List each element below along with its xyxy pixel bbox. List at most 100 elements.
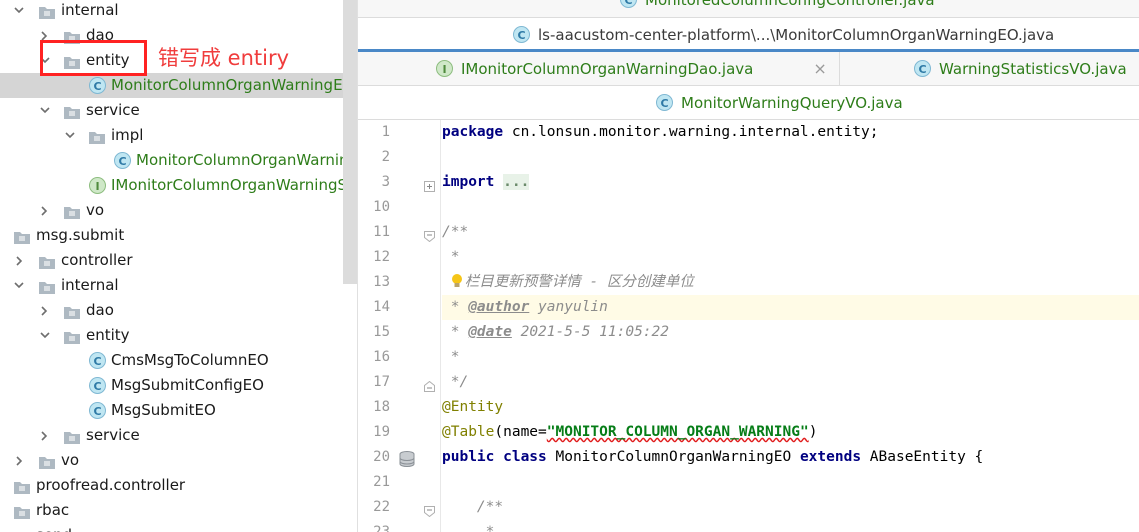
doc-tag: @author <box>468 299 530 315</box>
tab-divider <box>839 52 840 85</box>
keyword: package <box>442 124 504 140</box>
keyword: public class <box>442 449 547 465</box>
tree-item-label: MonitorColumnOrganWarning <box>136 151 357 169</box>
tree-item-label: IMonitorColumnOrganWarningSer <box>111 176 357 194</box>
chevron-right-icon[interactable] <box>40 206 49 216</box>
line-number: 13 <box>373 274 390 290</box>
code-text: cn.lonsun.monitor.warning.internal.entit… <box>503 124 879 140</box>
chevron-down-icon[interactable] <box>14 6 24 15</box>
tree-item-internal[interactable]: internal <box>0 0 357 23</box>
lightbulb-icon[interactable] <box>451 273 463 289</box>
chevron-right-icon[interactable] <box>15 456 24 466</box>
tree-item-label: MsgSubmitConfigEO <box>111 376 264 394</box>
annotation-token: @Table <box>442 424 495 440</box>
line-number: 11 <box>373 224 390 240</box>
tab-row: I IMonitorColumnOrganWarningDao.java × C… <box>358 52 1139 86</box>
tree-item-service-2[interactable]: service <box>0 423 357 448</box>
tab-monitored-column-config-controller[interactable]: C MonitoredColumnConfigController.java <box>620 0 935 9</box>
interface-icon: I <box>436 60 453 77</box>
package-icon <box>13 528 31 532</box>
code-editor: C MonitoredColumnConfigController.java C… <box>357 0 1139 532</box>
tree-item-monitor-column-organ-warning-impl[interactable]: C MonitorColumnOrganWarning <box>0 148 357 173</box>
tree-item-msg-submit-eo[interactable]: C MsgSubmitEO <box>0 398 357 423</box>
chevron-down-icon[interactable] <box>40 106 50 115</box>
tree-item-send[interactable]: send <box>0 523 357 532</box>
line-number: 1 <box>381 124 390 140</box>
tree-item-monitor-column-organ-warning-service[interactable]: I IMonitorColumnOrganWarningSer <box>0 173 357 198</box>
keyword: import <box>442 174 495 190</box>
code-text: ABaseEntity { <box>861 449 984 465</box>
tree-item-msg-submit[interactable]: msg.submit <box>0 223 357 248</box>
tree-item-internal-2[interactable]: internal <box>0 273 357 298</box>
code-line: */ <box>442 374 469 390</box>
tree-item-cms-msg-to-column-eo[interactable]: C CmsMsgToColumnEO <box>0 348 357 373</box>
line-number: 23 <box>373 524 390 532</box>
line-number: 17 <box>373 374 390 390</box>
tab-label: MonitoredColumnConfigController.java <box>645 0 935 9</box>
line-number-gutter: 1 2 3 10 11 12 13 14 15 16 17 18 19 20 2… <box>358 120 435 532</box>
tree-item-label: MsgSubmitEO <box>111 401 216 419</box>
tree-item-label: internal <box>61 276 119 294</box>
tab-label: WarningStatisticsVO.java <box>939 59 1127 78</box>
code-text: * <box>442 324 469 340</box>
folder-icon <box>38 3 56 19</box>
tab-monitor-warning-query-vo[interactable]: C MonitorWarningQueryVO.java <box>656 86 903 119</box>
tab-monitor-column-organ-warning-eo[interactable]: C ls-aacustom-center-platform\...\Monito… <box>513 18 1054 51</box>
tab-imonitor-column-organ-warning-dao[interactable]: I IMonitorColumnOrganWarningDao.java × <box>436 52 827 85</box>
class-icon: C <box>914 60 931 77</box>
code-line: @Entity <box>442 399 504 415</box>
package-icon <box>13 503 31 519</box>
folder-icon <box>38 253 56 269</box>
tree-item-label: vo <box>61 451 80 469</box>
line-number: 20 <box>373 449 390 465</box>
class-icon: C <box>89 352 106 369</box>
tab-row: C ls-aacustom-center-platform\...\Monito… <box>358 18 1139 52</box>
tree-item-label: msg.submit <box>36 226 125 244</box>
folded-imports[interactable]: ... <box>503 174 530 190</box>
tree-item-dao-2[interactable]: dao <box>0 298 357 323</box>
code-line: * <box>442 249 460 265</box>
tree-item-label: service <box>86 101 140 119</box>
chevron-down-icon[interactable] <box>40 331 50 340</box>
tree-item-label: CmsMsgToColumnEO <box>111 351 269 369</box>
chevron-right-icon[interactable] <box>15 256 24 266</box>
tree-item-service[interactable]: service <box>0 98 357 123</box>
folder-icon <box>88 128 106 144</box>
tab-label: IMonitorColumnOrganWarningDao.java <box>461 59 754 78</box>
chevron-down-icon[interactable] <box>65 131 75 140</box>
code-text: yanyulin <box>529 299 608 315</box>
tree-item-monitor-column-organ-warning-eo[interactable]: C MonitorColumnOrganWarningEO <box>0 73 357 98</box>
tree-item-rbac[interactable]: rbac <box>0 498 357 523</box>
tree-item-entity-2[interactable]: entity <box>0 323 357 348</box>
tree-item-label: impl <box>111 126 144 144</box>
tree-item-vo-2[interactable]: vo <box>0 448 357 473</box>
code-text: 2021-5-5 11:05:22 <box>511 324 669 340</box>
project-tree: internal dao entity C MonitorColumnOrgan… <box>0 0 357 532</box>
class-icon: C <box>89 402 106 419</box>
tree-item-label: entity <box>86 326 130 344</box>
chevron-right-icon[interactable] <box>40 431 49 441</box>
tree-item-controller[interactable]: controller <box>0 248 357 273</box>
code-text: * <box>442 299 469 315</box>
folder-icon <box>63 203 81 219</box>
tab-row: C MonitorWarningQueryVO.java <box>358 86 1139 120</box>
tree-item-proofread-controller[interactable]: proofread.controller <box>0 473 357 498</box>
doc-tag: @date <box>468 324 512 340</box>
tree-item-impl[interactable]: impl <box>0 123 357 148</box>
tree-item-vo[interactable]: vo <box>0 198 357 223</box>
chevron-down-icon[interactable] <box>14 281 24 290</box>
line-number: 2 <box>381 149 390 165</box>
tree-item-msg-submit-config-eo[interactable]: C MsgSubmitConfigEO <box>0 373 357 398</box>
tree-scrollbar[interactable] <box>343 0 357 284</box>
line-number: 3 <box>381 174 390 190</box>
tab-warning-statistics-vo[interactable]: C WarningStatisticsVO.java <box>914 52 1127 85</box>
chevron-right-icon[interactable] <box>40 31 49 41</box>
code-line: @Table(name="MONITOR_COLUMN_ORGAN_WARNIN… <box>442 420 1139 445</box>
database-icon[interactable] <box>398 450 416 468</box>
code-area[interactable]: package cn.lonsun.monitor.warning.intern… <box>428 120 1139 532</box>
close-icon[interactable]: × <box>813 59 826 78</box>
class-icon: C <box>620 0 637 8</box>
chevron-right-icon[interactable] <box>40 306 49 316</box>
tab-label: MonitorWarningQueryVO.java <box>681 93 903 112</box>
annotation-box <box>40 40 147 76</box>
